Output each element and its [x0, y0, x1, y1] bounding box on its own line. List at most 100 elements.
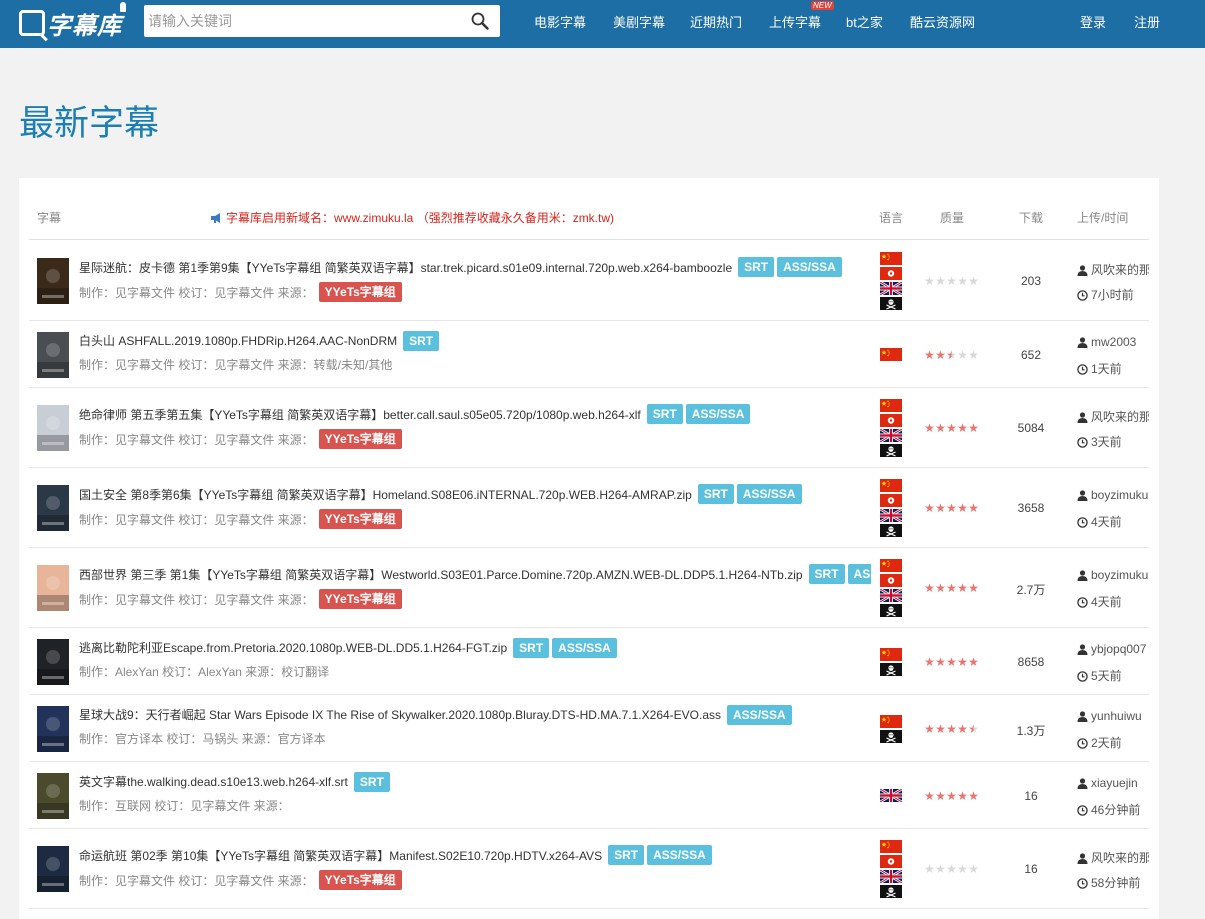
- poster-image[interactable]: [37, 705, 69, 752]
- upload-time-text: 4天前: [1091, 515, 1122, 529]
- uploader-name[interactable]: ybjopq007: [1091, 642, 1146, 656]
- language-flags: [880, 789, 902, 802]
- subtitle-title-link[interactable]: 命运航班 第02季 第10集【YYeTs字幕组 简繁英双语字幕】Manifest…: [79, 847, 602, 864]
- china-flag-icon: [880, 479, 902, 492]
- uk-flag-icon: [880, 870, 902, 883]
- register-link[interactable]: 注册: [1134, 12, 1160, 31]
- star-icon: ★: [957, 501, 968, 515]
- download-count: 2.7万: [1016, 583, 1046, 597]
- search-input[interactable]: [144, 5, 454, 37]
- uploader-name[interactable]: boyzimuku: [1091, 568, 1148, 582]
- upload-time-text: 1天前: [1091, 361, 1122, 376]
- uploader[interactable]: yunhuiwu: [1077, 709, 1149, 723]
- uploader-name[interactable]: 风吹来的那: [1091, 851, 1149, 865]
- user-icon: [1077, 265, 1088, 276]
- subtitle-title-link[interactable]: 英文字幕the.walking.dead.s10e13.web.h264-xlf…: [79, 773, 348, 790]
- uk-flag-icon: [880, 509, 902, 522]
- star-icon: ★: [957, 721, 968, 736]
- subtitle-title-line: 逃离比勒陀利亚Escape.from.Pretoria.2020.1080p.W…: [79, 637, 617, 658]
- star-icon: ★: [946, 581, 957, 595]
- uploader[interactable]: xiayuejin: [1077, 776, 1149, 790]
- source-badge[interactable]: YYeTs字幕组: [318, 509, 402, 529]
- poster-image[interactable]: [37, 331, 69, 378]
- table-row: 星际迷航：皮卡德 第1季第9集【YYeTs字幕组 简繁英双语字幕】star.tr…: [29, 241, 1149, 321]
- star-icon: ★: [924, 721, 935, 736]
- uploader[interactable]: mw2003: [1077, 335, 1149, 349]
- meta-text: 制作：AlexYan 校订：AlexYan 来源：校订翻译: [79, 664, 330, 679]
- download-count: 203: [1020, 274, 1042, 288]
- star-icon: ★: [935, 421, 946, 435]
- pirate-flag-icon: [880, 444, 902, 457]
- upload-time-text: 2天前: [1091, 735, 1122, 750]
- uk-flag-icon: [880, 589, 902, 602]
- star-icon: ★: [957, 421, 968, 435]
- subtitle-title-link[interactable]: 绝命律师 第五季第五集【YYeTs字幕组 简繁英双语字幕】better.call…: [79, 406, 641, 423]
- uploader[interactable]: 风吹来的那: [1077, 408, 1149, 425]
- source-badge[interactable]: YYeTs字幕组: [318, 429, 402, 449]
- uploader[interactable]: 风吹来的那: [1077, 261, 1149, 278]
- login-link[interactable]: 登录: [1080, 12, 1106, 31]
- uploader-name[interactable]: boyzimuku: [1091, 488, 1148, 502]
- poster-image[interactable]: [37, 565, 69, 611]
- language-flags: [880, 714, 902, 743]
- format-tag: ASS/SSA: [727, 704, 792, 725]
- search-box: [144, 5, 500, 37]
- quality-rating: ★ ★ ★ ★ ★: [924, 582, 979, 594]
- format-tag: SRT: [738, 257, 775, 277]
- star-icon: ★: [946, 274, 957, 288]
- table-header: 字幕 字幕库启用新域名：www.zimuku.la （强烈推荐收藏永久备用米：z…: [29, 178, 1149, 240]
- nav-item-4[interactable]: bt之家: [846, 12, 883, 31]
- subtitle-title-link[interactable]: 西部世界 第三季 第1集【YYeTs字幕组 简繁英双语字幕】Westworld.…: [79, 566, 803, 583]
- search-icon[interactable]: [471, 12, 489, 30]
- subtitle-list-panel: 字幕 字幕库启用新域名：www.zimuku.la （强烈推荐收藏永久备用米：z…: [19, 178, 1159, 919]
- subtitle-title-link[interactable]: 逃离比勒陀利亚Escape.from.Pretoria.2020.1080p.W…: [79, 639, 507, 656]
- uploader[interactable]: boyzimuku: [1077, 488, 1149, 502]
- star-icon: ★: [957, 274, 968, 288]
- uploader-name[interactable]: 风吹来的那: [1091, 410, 1149, 424]
- nav-item-1[interactable]: 美剧字幕: [613, 12, 665, 31]
- subtitle-title-link[interactable]: 星际迷航：皮卡德 第1季第9集【YYeTs字幕组 简繁英双语字幕】star.tr…: [79, 259, 732, 276]
- nav-item-5[interactable]: 酷云资源网: [910, 12, 975, 31]
- clock-icon: [1077, 517, 1088, 528]
- subtitle-title-link[interactable]: 国土安全 第8季第6集【YYeTs字幕组 简繁英双语字幕】Homeland.S0…: [79, 486, 692, 503]
- nav-item-0[interactable]: 电影字幕: [534, 12, 586, 31]
- poster-image[interactable]: [37, 638, 69, 685]
- poster-image[interactable]: [37, 772, 69, 819]
- col-downloads: 下载: [1019, 211, 1044, 225]
- uploader[interactable]: 风吹来的那: [1077, 849, 1149, 866]
- uk-flag-icon: [880, 789, 902, 802]
- subtitle-meta: 制作：见字幕文件 校订：见字幕文件 来源：转载/未知/其他: [79, 356, 392, 373]
- subtitle-title-link[interactable]: 白头山 ASHFALL.2019.1080p.FHDRip.H264.AAC-N…: [79, 332, 397, 349]
- col-lang: 语言: [879, 211, 904, 225]
- uploader-name[interactable]: 风吹来的那: [1091, 263, 1149, 277]
- china-flag-icon: [880, 252, 902, 265]
- uploader-name[interactable]: yunhuiwu: [1091, 709, 1142, 723]
- domain-notice[interactable]: 字幕库启用新域名：www.zimuku.la （强烈推荐收藏永久备用米：zmk.…: [210, 209, 614, 226]
- poster-image[interactable]: [37, 485, 69, 531]
- uploader[interactable]: ybjopq007: [1077, 642, 1149, 656]
- quality-rating: ★ ★ ★ ★ ★: [924, 275, 979, 287]
- poster-image[interactable]: [37, 258, 69, 304]
- format-tag: SRT: [697, 484, 734, 504]
- subtitle-title-link[interactable]: 星球大战9：天行者崛起 Star Wars Episode IX The Ris…: [79, 706, 721, 723]
- source-badge[interactable]: YYeTs字幕组: [318, 589, 402, 609]
- language-flags: [880, 399, 902, 457]
- quality-rating: ★ ★ ★ ★ ★: [924, 863, 979, 875]
- upload-time: 3天前: [1077, 433, 1149, 450]
- site-logo[interactable]: 字幕库: [19, 2, 126, 40]
- source-badge[interactable]: YYeTs字幕组: [318, 870, 402, 890]
- uploader[interactable]: boyzimuku: [1077, 568, 1149, 582]
- user-icon: [1077, 490, 1088, 501]
- upload-time-text: 7小时前: [1091, 288, 1134, 302]
- poster-image[interactable]: [37, 846, 69, 892]
- nav-item-2[interactable]: 近期热门: [690, 12, 742, 31]
- star-icon: ★: [968, 581, 979, 595]
- poster-image[interactable]: [37, 405, 69, 451]
- uploader-name[interactable]: xiayuejin: [1091, 776, 1138, 790]
- star-icon: ★: [924, 862, 935, 876]
- nav-item-3[interactable]: 上传字幕: [769, 12, 821, 31]
- subtitle-meta: 制作：见字幕文件 校订：见字幕文件 来源： YYeTs字幕组: [79, 282, 402, 302]
- uploader-name[interactable]: mw2003: [1091, 335, 1136, 349]
- download-count: 16: [1024, 788, 1038, 803]
- source-badge[interactable]: YYeTs字幕组: [318, 282, 402, 302]
